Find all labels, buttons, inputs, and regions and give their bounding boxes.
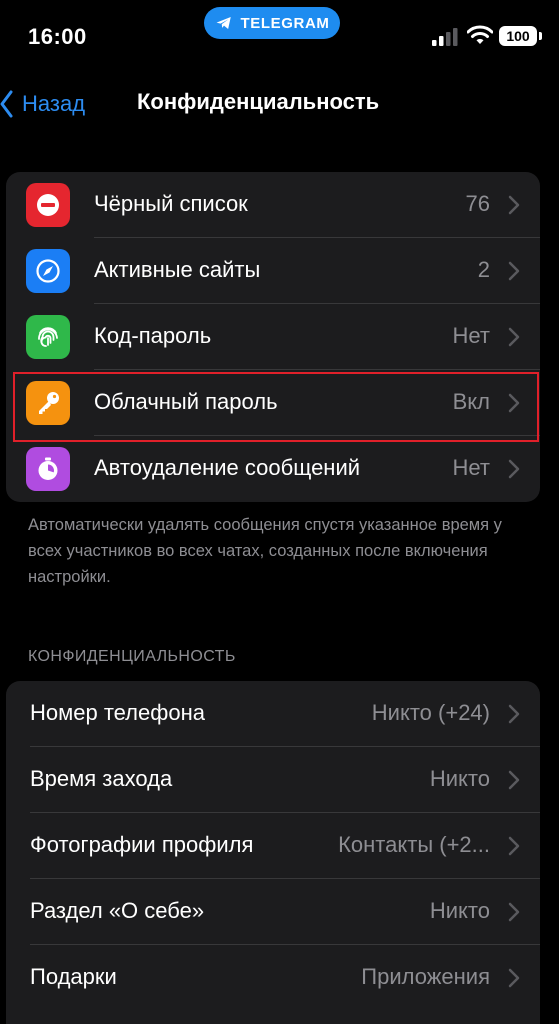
row-value: Приложения (361, 964, 490, 989)
chevron-right-icon (508, 261, 520, 281)
row-blocked-users[interactable]: Чёрный список 76 (6, 172, 540, 238)
battery-level: 100 (506, 28, 530, 44)
blocked-icon (26, 183, 70, 227)
privacy-group: Номер телефона Никто (+24) Время захода … (6, 681, 540, 1024)
row-cloud-password[interactable]: Облачный пароль Вкл (6, 370, 540, 436)
fingerprint-icon (26, 315, 70, 359)
row-value: Вкл (452, 389, 490, 414)
row-profile-photos[interactable]: Фотографии профиля Контакты (+2... (6, 813, 540, 879)
chevron-right-icon (508, 459, 520, 479)
row-value: 2 (477, 257, 490, 282)
row-value: Контакты (+2... (338, 832, 490, 857)
row-value: Никто (+24) (371, 700, 490, 725)
row-phone-number[interactable]: Номер телефона Никто (+24) (6, 681, 540, 747)
back-label: Назад (22, 91, 86, 116)
chevron-right-icon (508, 327, 520, 347)
row-value: 76 (465, 191, 490, 216)
page-title: Конфиденциальность (137, 89, 380, 114)
row-last-seen[interactable]: Время захода Никто (6, 747, 540, 813)
compass-icon (26, 249, 70, 293)
row-auto-delete-messages[interactable]: Автоудаление сообщений Нет (6, 436, 540, 502)
row-value: Нет (452, 455, 490, 480)
row-label: Автоудаление сообщений (94, 455, 361, 480)
row-label: Раздел «О себе» (30, 898, 205, 923)
auto-delete-footer-note: Автоматически удалять сообщения спустя у… (28, 516, 502, 586)
row-value: Никто (429, 898, 490, 923)
telegram-plane-icon (216, 17, 231, 29)
row-passcode[interactable]: Код-пароль Нет (6, 304, 540, 370)
row-label: Облачный пароль (94, 389, 278, 414)
cellular-signal-icon (432, 28, 458, 46)
chevron-right-icon (508, 195, 520, 215)
privacy-section-header: КОНФИДЕНЦИАЛЬНОСТЬ (28, 648, 236, 665)
chevron-right-icon (508, 902, 520, 922)
row-value: Нет (452, 323, 490, 348)
row-label: Код-пароль (94, 323, 212, 348)
timer-icon (26, 447, 70, 491)
row-label: Активные сайты (94, 257, 261, 282)
row-label: Подарки (30, 964, 117, 989)
status-time: 16:00 (28, 24, 87, 49)
wifi-icon (467, 25, 493, 44)
key-icon (26, 381, 70, 425)
chevron-left-icon (0, 90, 13, 118)
status-bar: 16:00 TELEGRAM 100 (0, 0, 559, 70)
chevron-right-icon (508, 704, 520, 724)
chevron-right-icon (508, 393, 520, 413)
row-label: Номер телефона (30, 700, 205, 725)
row-gifts[interactable]: Подарки Приложения (6, 945, 540, 1011)
battery-icon: 100 (499, 26, 542, 46)
back-button[interactable]: Назад (0, 86, 85, 122)
row-active-websites[interactable]: Активные сайты 2 (6, 238, 540, 304)
row-label: Время захода (30, 766, 173, 791)
chevron-right-icon (508, 836, 520, 856)
row-value: Никто (429, 766, 490, 791)
security-group: Чёрный список 76 Активные сайты 2 Код-па… (6, 172, 540, 502)
chevron-right-icon (508, 770, 520, 790)
row-label: Фотографии профиля (30, 832, 254, 857)
row-label: Чёрный список (94, 191, 248, 216)
row-bio[interactable]: Раздел «О себе» Никто (6, 879, 540, 945)
chevron-right-icon (508, 968, 520, 988)
app-pill-label: TELEGRAM (240, 14, 330, 32)
app-pill[interactable]: TELEGRAM (204, 7, 340, 39)
